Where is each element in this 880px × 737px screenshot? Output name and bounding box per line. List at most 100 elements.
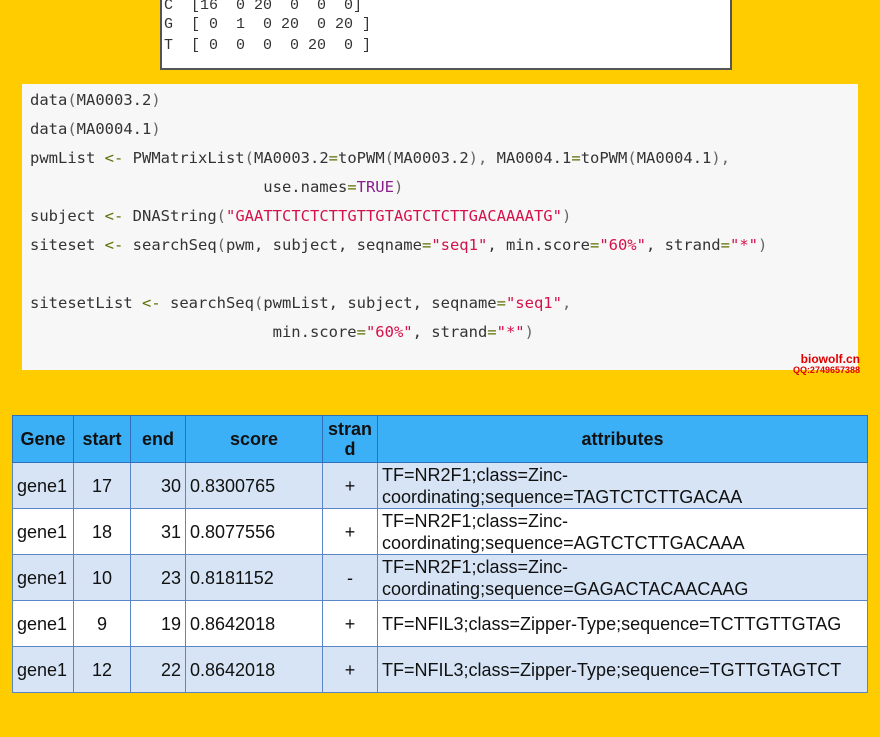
code-token: , strand	[645, 236, 721, 254]
code-token: ,	[561, 294, 572, 312]
cell-end: 19	[130, 600, 186, 647]
watermark-site: biowolf.cn	[800, 352, 860, 366]
code-token: MA0003.2	[254, 149, 329, 167]
header-end: end	[130, 415, 186, 463]
code-token: =	[589, 236, 600, 254]
code-token: MA0004.1	[76, 120, 152, 138]
code-token: , min.score	[487, 236, 590, 254]
cell-gene: gene1	[12, 646, 74, 693]
code-token: TRUE	[356, 178, 394, 196]
code-token: =	[328, 149, 338, 167]
code-token: )	[151, 120, 161, 138]
cell-attributes: TF=NFIL3;class=Zipper-Type;sequence=TGTT…	[377, 646, 868, 693]
cell-score: 0.8642018	[185, 646, 323, 693]
cell-strand: +	[322, 462, 378, 509]
code-token: =	[356, 323, 366, 341]
code-token: data	[30, 91, 68, 109]
code-line: siteset <- searchSeq(pwm, subject, seqna…	[30, 233, 767, 257]
table-row: gene1 17 30 0.8300765 + TF=NR2F1;class=Zinc-c…	[12, 462, 868, 509]
header-gene: Gene	[12, 415, 74, 463]
code-token: )	[393, 178, 404, 196]
code-line: data(MA0004.1)	[30, 117, 161, 141]
cell-strand: -	[322, 554, 378, 601]
code-token: pwmList, subject, seqname	[263, 294, 497, 312]
code-token: <-	[141, 294, 161, 312]
code-token: searchSeq	[160, 294, 254, 312]
code-token: PWMatrixList	[123, 149, 245, 167]
cell-attributes: TF=NR2F1;class=Zinc-coordinating;sequenc…	[377, 462, 868, 509]
cell-start: 18	[73, 508, 131, 555]
header-start: start	[73, 415, 131, 463]
code-token: "60%"	[365, 323, 413, 341]
code-token: <-	[104, 207, 124, 225]
code-line: sitesetList <- searchSeq(pwmList, subjec…	[30, 291, 571, 315]
cell-score: 0.8077556	[185, 508, 323, 555]
cell-end: 31	[130, 508, 186, 555]
code-token: =	[496, 294, 506, 312]
code-token: ),	[711, 149, 731, 167]
code-token: )	[561, 207, 572, 225]
code-token: (	[244, 149, 254, 167]
matrix-row-g: G [ 0 1 0 20 0 20 ]	[164, 16, 372, 33]
code-line: data(MA0003.2)	[30, 88, 161, 112]
code-token: "60%"	[599, 236, 646, 254]
cell-attributes: TF=NR2F1;class=Zinc-coordinating;sequenc…	[377, 554, 868, 601]
code-line: min.score="60%", strand="*")	[30, 320, 534, 344]
code-block: data(MA0003.2) data(MA0004.1) pwmList <- P…	[22, 84, 858, 370]
cell-gene: gene1	[12, 554, 74, 601]
code-token: "seq1"	[505, 294, 562, 312]
cell-end: 22	[130, 646, 186, 693]
cell-gene: gene1	[12, 508, 74, 555]
code-token: "*"	[496, 323, 525, 341]
code-token: =	[720, 236, 730, 254]
code-token: pwmList	[30, 149, 105, 167]
cell-score: 0.8181152	[185, 554, 323, 601]
code-token: <-	[104, 236, 124, 254]
code-token: , strand	[412, 323, 488, 341]
cell-start: 17	[73, 462, 131, 509]
code-token: =	[347, 178, 357, 196]
code-token: "seq1"	[431, 236, 488, 254]
code-token: )	[757, 236, 768, 254]
code-token: "GAATTCTCTCTTGTTGTAGTCTCTTGACAAAATG"	[226, 207, 562, 225]
cell-gene: gene1	[12, 462, 74, 509]
matrix-row-t: T [ 0 0 0 0 20 0 ]	[164, 37, 372, 54]
code-token: data	[30, 120, 68, 138]
header-score: score	[185, 415, 323, 463]
code-token: toPWM	[580, 149, 628, 167]
code-token: (	[253, 294, 264, 312]
code-token: (	[216, 207, 226, 225]
code-token: subject	[30, 207, 105, 225]
code-token: toPWM	[338, 149, 385, 167]
code-token: use.names	[30, 178, 348, 196]
cell-attributes: TF=NFIL3;class=Zipper-Type;sequence=TCTT…	[377, 600, 868, 647]
cell-start: 9	[73, 600, 131, 647]
code-token: =	[487, 323, 497, 341]
code-line: use.names=TRUE)	[30, 175, 403, 199]
cell-score: 0.8642018	[185, 600, 323, 647]
code-token: siteset	[30, 236, 105, 254]
code-token: MA0004.1	[636, 149, 712, 167]
table-row: gene1 12 22 0.8642018 + TF=NFIL3;class=Zipper…	[12, 646, 868, 693]
code-token: MA0003.2	[394, 149, 469, 167]
watermark-qq: QQ:2749657388	[792, 365, 860, 375]
cell-strand: +	[322, 646, 378, 693]
cell-end: 30	[130, 462, 186, 509]
code-token: MA0003.2	[76, 91, 152, 109]
cell-gene: gene1	[12, 600, 74, 647]
cell-start: 12	[73, 646, 131, 693]
code-token: min.score	[30, 323, 357, 341]
code-token: (	[384, 149, 395, 167]
code-token: DNAString	[123, 207, 217, 225]
code-token: pwm, subject, seqname	[226, 236, 422, 254]
code-token: ),	[468, 149, 488, 167]
table-row: gene1 9 19 0.8642018 + TF=NFIL3;class=Zipper-…	[12, 600, 868, 647]
code-token: )	[151, 91, 161, 109]
code-token: =	[421, 236, 432, 254]
code-token: (	[67, 91, 77, 109]
table-row: gene1 10 23 0.8181152- TF=NR2F1;class=Zinc-c…	[12, 554, 868, 601]
header-attributes: attributes	[377, 415, 868, 463]
results-table: Gene start end score strand attributes g…	[12, 415, 868, 693]
watermark: biowolf.cn QQ:2749657388	[792, 352, 860, 376]
code-token: (	[216, 236, 226, 254]
